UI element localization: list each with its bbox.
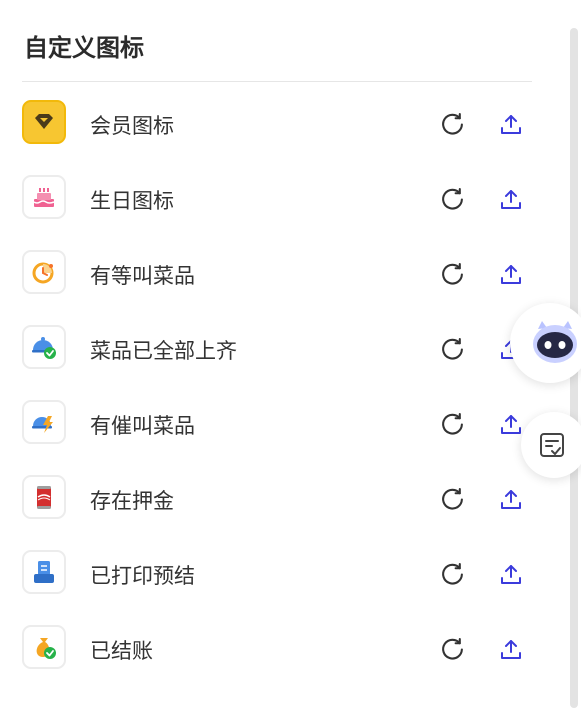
upload-icon[interactable] [500, 638, 522, 660]
list-item-vip: 会员图标 [0, 88, 560, 163]
list-item-waiting: 有等叫菜品 [0, 238, 560, 313]
reset-icon[interactable] [440, 337, 465, 362]
list-item-deposit: 存在押金 [0, 463, 560, 538]
money-bag-check-icon[interactable] [22, 625, 66, 669]
reset-icon[interactable] [440, 487, 465, 512]
waiting-clock-icon[interactable] [22, 250, 66, 294]
list-item-birthday: 生日图标 [0, 163, 560, 238]
ai-assistant-button[interactable] [510, 303, 581, 383]
icon-label: 生日图标 [90, 189, 174, 213]
icon-label: 有催叫菜品 [90, 414, 195, 438]
reset-icon[interactable] [440, 562, 465, 587]
icon-label: 已结账 [90, 639, 153, 663]
panel-title: 自定义图标 [24, 34, 144, 62]
notes-button[interactable] [521, 412, 581, 478]
list-item-urged: 有催叫菜品 [0, 388, 560, 463]
reset-icon[interactable] [440, 187, 465, 212]
upload-icon[interactable] [500, 488, 522, 510]
urge-lightning-icon[interactable] [22, 400, 66, 444]
vip-diamond-icon[interactable] [22, 100, 66, 144]
dish-served-check-icon[interactable] [22, 325, 66, 369]
icon-label: 有等叫菜品 [90, 264, 195, 288]
checklist-icon [540, 433, 564, 457]
upload-icon[interactable] [500, 413, 522, 435]
upload-icon[interactable] [500, 188, 522, 210]
icon-label: 菜品已全部上齐 [90, 339, 237, 363]
icon-label: 已打印预结 [90, 564, 195, 588]
header-divider [22, 81, 532, 82]
icon-label: 会员图标 [90, 114, 174, 138]
icon-label: 存在押金 [90, 489, 174, 513]
reset-icon[interactable] [440, 412, 465, 437]
reset-icon[interactable] [440, 112, 465, 137]
birthday-cake-icon[interactable] [22, 175, 66, 219]
cola-can-deposit-icon[interactable] [22, 475, 66, 519]
upload-icon[interactable] [500, 263, 522, 285]
list-item-all-served: 菜品已全部上齐 [0, 313, 560, 388]
upload-icon[interactable] [500, 113, 522, 135]
list-item-checked-out: 已结账 [0, 613, 560, 688]
list-item-pre-settled: 已打印预结 [0, 538, 560, 613]
reset-icon[interactable] [440, 637, 465, 662]
robot-icon [533, 321, 577, 363]
printer-receipt-icon[interactable] [22, 550, 66, 594]
upload-icon[interactable] [500, 563, 522, 585]
reset-icon[interactable] [440, 262, 465, 287]
